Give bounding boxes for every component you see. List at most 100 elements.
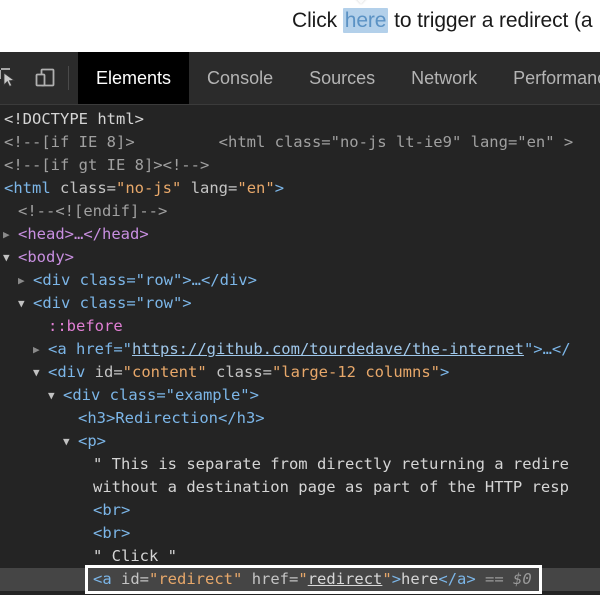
dom-node-br-2[interactable]: <br> — [0, 522, 600, 545]
content-div-open: <div — [48, 363, 86, 381]
sp7 — [476, 570, 485, 588]
pseudo-before-label: ::before — [48, 317, 123, 335]
dom-node-anchor-github[interactable]: ▶ <a href="https://github.com/tourdedave/… — [0, 338, 600, 361]
devtools-panel: Elements Console Sources Network Perform… — [0, 52, 600, 595]
text-node-line-2: without a destination page as part of th… — [93, 478, 569, 496]
head-label: <head>…</head> — [18, 225, 149, 243]
toggle-device-toolbar-button[interactable] — [26, 52, 64, 104]
dom-node-pseudo-before[interactable]: ::before — [0, 315, 600, 338]
selected-tag-open: <a — [93, 570, 112, 588]
content-div-class-attr: class= — [216, 363, 273, 381]
content-div-id-attr: id= — [94, 363, 123, 381]
sp3 — [85, 363, 94, 381]
tab-console[interactable]: Console — [189, 52, 291, 104]
chevron-down-icon[interactable]: ▼ — [3, 246, 16, 269]
br-2-label: <br> — [93, 524, 131, 542]
dom-tree-view[interactable]: <!DOCTYPE html> <!--[if IE 8]> <html cla… — [0, 105, 600, 595]
selected-href-value[interactable]: redirect — [308, 570, 383, 588]
dom-node-text-2[interactable]: without a destination page as part of th… — [0, 476, 600, 499]
dom-node-head[interactable]: ▶ <head>…</head> — [0, 223, 600, 246]
tab-network[interactable]: Network — [393, 52, 495, 104]
dom-node-html[interactable]: <html class="no-js" lang="en"> — [0, 177, 600, 200]
html-close-bracket: > — [274, 179, 285, 197]
chevron-down-icon[interactable]: ▼ — [18, 292, 31, 315]
ie8-comment-open: <!--[if IE 8]> — [4, 133, 135, 151]
anchor-github-url[interactable]: https://github.com/tourdedave/the-intern… — [132, 340, 524, 358]
chevron-right-icon[interactable]: ▶ — [33, 338, 46, 361]
page-sentence: Click here to trigger a redirect (a — [292, 6, 593, 36]
dom-node-doctype[interactable]: <!DOCTYPE html> — [0, 108, 600, 131]
selected-href-quote-open: " — [298, 570, 308, 588]
selected-row-box: <a id="redirect" href="redirect">here</a… — [85, 565, 542, 594]
anchor-github-prefix: <a href=" — [48, 340, 132, 358]
selected-href-attr: href= — [251, 570, 299, 588]
dom-node-row-open[interactable]: ▼ <div class="row"> — [0, 292, 600, 315]
dom-node-p[interactable]: ▼ <p> — [0, 430, 600, 453]
selection-marker: == $0 — [485, 570, 532, 588]
chevron-right-icon[interactable]: ▶ — [18, 269, 31, 292]
dom-node-selected-anchor-redirect[interactable]: <a id="redirect" href="redirect">here</a… — [0, 565, 600, 594]
chevron-down-icon[interactable]: ▼ — [48, 384, 61, 407]
selected-id-attr: id= — [121, 570, 150, 588]
dom-node-content-div[interactable]: ▼ <div id="content" class="large-12 colum… — [0, 361, 600, 384]
device-toolbar-icon — [35, 68, 55, 87]
example-div-label: <div class="example"> — [63, 386, 259, 404]
tooltip-arrow-nub — [349, 0, 373, 4]
dom-node-endif-comment[interactable]: <!--<![endif]--> — [0, 200, 600, 223]
doctype-text: <!DOCTYPE html> — [4, 110, 144, 128]
text-node-line-1: " This is separate from directly returni… — [93, 455, 569, 473]
dom-node-row-collapsed[interactable]: ▶ <div class="row">…</div> — [0, 269, 600, 292]
sentence-suffix: to trigger a redirect (a — [388, 9, 593, 32]
body-label: <body> — [18, 248, 74, 266]
sp6 — [242, 570, 251, 588]
dom-node-text-click[interactable]: " Click " — [0, 545, 600, 568]
selected-gt: > — [391, 570, 402, 588]
p-label: <p> — [78, 432, 106, 450]
chevron-down-icon[interactable]: ▼ — [33, 361, 46, 384]
selected-id-value: "redirect" — [149, 570, 243, 588]
endif-comment-text: <!--<![endif]--> — [18, 202, 168, 220]
dom-node-example-div[interactable]: ▼ <div class="example"> — [0, 384, 600, 407]
html-class-attr: class= — [60, 179, 117, 197]
content-div-class-value: "large-12 columns" — [272, 363, 440, 381]
selected-close-tag: </a> — [438, 570, 476, 588]
dom-node-ie8-comment[interactable]: <!--[if IE 8]> <html class="no-js lt-ie9… — [0, 131, 600, 154]
dom-node-text-last[interactable]: " to trigger a redirect (and be taken to… — [0, 591, 600, 595]
chevron-right-icon[interactable]: ▶ — [3, 223, 16, 246]
dom-node-br-1[interactable]: <br> — [0, 499, 600, 522]
chevron-down-icon[interactable]: ▼ — [63, 430, 76, 453]
dom-node-body[interactable]: ▼ <body> — [0, 246, 600, 269]
sentence-prefix: Click — [292, 9, 343, 32]
selected-href-quote-close: " — [382, 570, 392, 588]
text-node-click: " Click " — [93, 547, 177, 565]
ie8-comment-html: <html class="no-js lt-ie9" lang="en" > — [218, 133, 574, 151]
row-open-label: <div class="row"> — [33, 294, 192, 312]
tab-performance[interactable]: Performanc — [495, 52, 600, 104]
sp4 — [207, 363, 216, 381]
devtools-toolbar: Elements Console Sources Network Perform… — [0, 52, 600, 105]
br-1-label: <br> — [93, 501, 131, 519]
tab-elements[interactable]: Elements — [78, 52, 190, 104]
dom-node-h3[interactable]: <h3>Redirection</h3> — [0, 407, 600, 430]
sp2 — [181, 179, 190, 197]
toolbar-separator — [68, 66, 69, 90]
ie8-comment-gap — [135, 133, 219, 151]
sp1 — [51, 179, 60, 197]
html-open-tag: <html — [4, 179, 51, 197]
sp5 — [112, 570, 121, 588]
h3-label: <h3>Redirection</h3> — [78, 409, 265, 427]
html-lang-value: "en" — [237, 179, 275, 197]
tab-sources[interactable]: Sources — [291, 52, 393, 104]
dom-node-gt-ie8-comment[interactable]: <!--[if gt IE 8]><!--> — [0, 154, 600, 177]
inspect-element-button[interactable] — [0, 52, 26, 104]
inspect-cursor-icon — [0, 68, 16, 87]
gt-ie8-comment-text: <!--[if gt IE 8]><!--> — [4, 156, 210, 174]
dom-node-text-1[interactable]: " This is separate from directly returni… — [0, 453, 600, 476]
content-div-close-bracket: > — [440, 363, 450, 381]
html-class-value: "no-js" — [116, 179, 182, 197]
rendered-page-area: Click here to trigger a redirect (a — [0, 0, 600, 52]
row-collapsed-label: <div class="row">…</div> — [33, 271, 257, 289]
here-link[interactable]: here — [342, 8, 389, 33]
selected-inner-text: here — [401, 570, 439, 588]
anchor-github-suffix: ">…</ — [523, 340, 571, 358]
